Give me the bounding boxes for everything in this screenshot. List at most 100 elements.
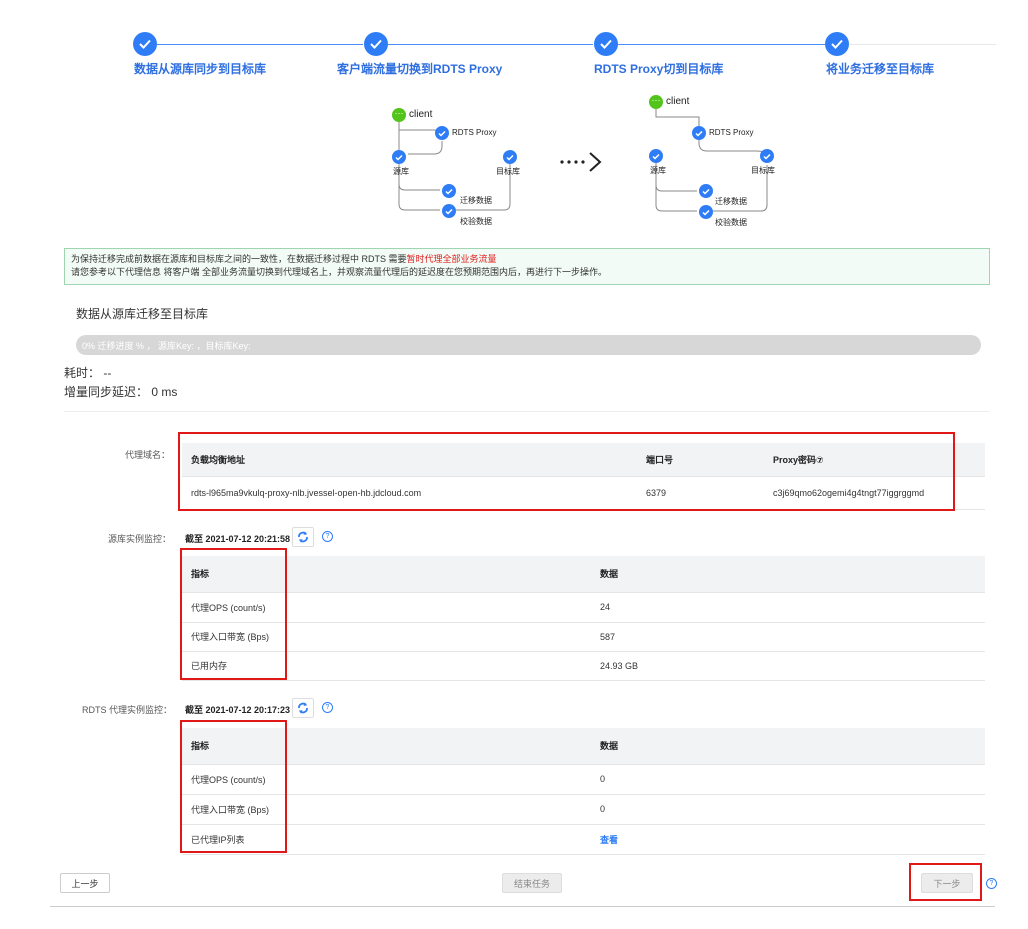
table-header-row: 指标 数据 [182, 728, 985, 765]
table-cell: rdts-l965ma9vkulq-proxy-nlb.jvessel-open… [182, 476, 637, 510]
migrate-label: 迁移数据 [715, 197, 747, 206]
check-icon [760, 149, 774, 163]
prev-step-button[interactable]: 上一步 [60, 873, 110, 893]
check-icon [692, 126, 706, 140]
migrate-label: 迁移数据 [460, 196, 492, 205]
progress-bar: 0% 迁移进度 % ， 源库Key: ，目标库Key: [76, 335, 981, 355]
table-cell: 代理入口带宽 (Bps) [182, 622, 591, 652]
client-label: client [666, 96, 690, 107]
refresh-button[interactable] [292, 527, 314, 547]
step-label: 客户端流量切换到RDTS Proxy [337, 62, 503, 76]
source-monitor-label: 源库实例监控： [108, 534, 172, 544]
proxy-label: RDTS Proxy [709, 128, 754, 137]
table-cell: 已用内存 [182, 651, 591, 681]
verify-label: 校验数据 [715, 218, 747, 227]
rdts-monitor-label: RDTS 代理实例监控： [82, 705, 173, 715]
table-cell: 24 [591, 592, 985, 623]
table-row: 代理入口带宽 (Bps) 0 [182, 794, 985, 825]
elapsed-time: 耗时： -- [64, 366, 112, 380]
check-icon [699, 205, 713, 219]
table-row: 已用内存 24.93 GB [182, 651, 985, 681]
step-connector [157, 44, 363, 45]
migration-title: 数据从源库迁移至目标库 [76, 307, 209, 321]
proxy-domain-label: 代理域名： [125, 450, 171, 460]
column-header: 负载均衡地址 [182, 443, 637, 477]
rdts-monitor-timestamp: 截至 2021-07-12 20:17:23 [185, 705, 291, 715]
check-icon [594, 32, 618, 56]
check-icon [442, 184, 456, 198]
column-header: 指标 [182, 728, 591, 765]
notice-line-2: 请您参考以下代理信息 将客户端 全部业务流量切换到代理域名上，并观察流量代理后的… [71, 267, 608, 277]
table-row: 已代理IP列表 查看 [182, 824, 985, 855]
sync-delay: 增量同步延迟： 0 ms [64, 385, 178, 399]
table-row: 代理OPS (count/s) 0 [182, 764, 985, 795]
notice-text: 为保持迁移完成前数据在源库和目标库之间的一致性，在数据迁移过程中 RDTS 需要 [71, 254, 407, 264]
refresh-icon [298, 702, 308, 714]
table-row: 代理OPS (count/s) 24 [182, 592, 985, 623]
table-cell: c3j69qmo62ogemi4g4tngt77iggrggmd [764, 476, 985, 510]
check-icon [133, 32, 157, 56]
column-header: 端口号 [637, 443, 764, 477]
refresh-button[interactable] [292, 698, 314, 718]
check-icon [649, 149, 663, 163]
table-cell: 587 [591, 622, 985, 652]
diagram-after: ··· client RDTS Proxy 源库 目标库 迁移数据 校验数据 [647, 93, 787, 233]
table-cell[interactable]: 查看 [591, 824, 985, 855]
client-icon: ··· [649, 95, 663, 109]
proxy-table: 负载均衡地址 端口号 Proxy密码⑦ rdts-l965ma9vkulq-pr… [182, 443, 985, 510]
notice-line-1: 为保持迁移完成前数据在源库和目标库之间的一致性，在数据迁移过程中 RDTS 需要… [71, 253, 983, 266]
dotted-arrow-icon [560, 152, 602, 172]
check-icon [442, 204, 456, 218]
step-connector [850, 44, 996, 45]
table-cell: 0 [591, 794, 985, 825]
source-label: 源库 [650, 166, 666, 175]
step-connector [618, 44, 825, 45]
target-label: 目标库 [496, 167, 520, 176]
progress-text: 0% 迁移进度 % ， 源库Key: ，目标库Key: [82, 341, 251, 351]
next-step-button[interactable]: 下一步 [921, 873, 973, 893]
step-label: 数据从源库同步到目标库 [134, 62, 267, 76]
table-cell: 0 [591, 764, 985, 795]
check-icon [435, 126, 449, 140]
table-header-row: 负载均衡地址 端口号 Proxy密码⑦ [182, 443, 985, 477]
divider [64, 411, 990, 412]
source-monitor-timestamp: 截至 2021-07-12 20:21:58 [185, 534, 291, 544]
verify-label: 校验数据 [460, 217, 492, 226]
help-icon[interactable]: ? [322, 702, 333, 713]
check-icon [825, 32, 849, 56]
check-icon [364, 32, 388, 56]
table-cell: 代理OPS (count/s) [182, 764, 591, 795]
table-header-row: 指标 数据 [182, 556, 985, 593]
table-cell: 代理OPS (count/s) [182, 592, 591, 623]
check-icon [392, 150, 406, 164]
check-icon [699, 184, 713, 198]
column-header: Proxy密码⑦ [764, 443, 985, 477]
target-label: 目标库 [751, 166, 775, 175]
table-row: 代理入口带宽 (Bps) 587 [182, 622, 985, 652]
column-header: 数据 [591, 556, 985, 593]
client-label: client [409, 109, 433, 120]
help-icon[interactable]: ? [986, 878, 997, 889]
end-task-button[interactable]: 结束任务 [502, 873, 562, 893]
table-cell: 代理入口带宽 (Bps) [182, 794, 591, 825]
step-connector [388, 44, 593, 45]
table-cell: 6379 [637, 476, 764, 510]
source-monitor-table: 指标 数据 代理OPS (count/s) 24 代理入口带宽 (Bps) 58… [182, 556, 985, 681]
table-cell: 24.93 GB [591, 651, 985, 681]
refresh-icon [298, 531, 308, 543]
column-header: 数据 [591, 728, 985, 765]
check-icon [503, 150, 517, 164]
table-cell: 已代理IP列表 [182, 824, 591, 855]
client-icon: ··· [392, 108, 406, 122]
notice-banner: 为保持迁移完成前数据在源库和目标库之间的一致性，在数据迁移过程中 RDTS 需要… [64, 248, 990, 285]
notice-highlight: 暂时代理全部业务流量 [406, 254, 497, 264]
step-label: RDTS Proxy切到目标库 [594, 62, 724, 76]
step-label: 将业务迁移至目标库 [826, 62, 935, 76]
source-label: 源库 [393, 167, 409, 176]
help-icon[interactable]: ? [322, 531, 333, 542]
rdts-monitor-table: 指标 数据 代理OPS (count/s) 0 代理入口带宽 (Bps) 0 已… [182, 728, 985, 855]
proxy-label: RDTS Proxy [452, 128, 497, 137]
diagram-before: ··· client RDTS Proxy 源库 目标库 迁移数据 校验数据 [390, 106, 530, 236]
footer-divider [50, 906, 995, 907]
column-header: 指标 [182, 556, 591, 593]
